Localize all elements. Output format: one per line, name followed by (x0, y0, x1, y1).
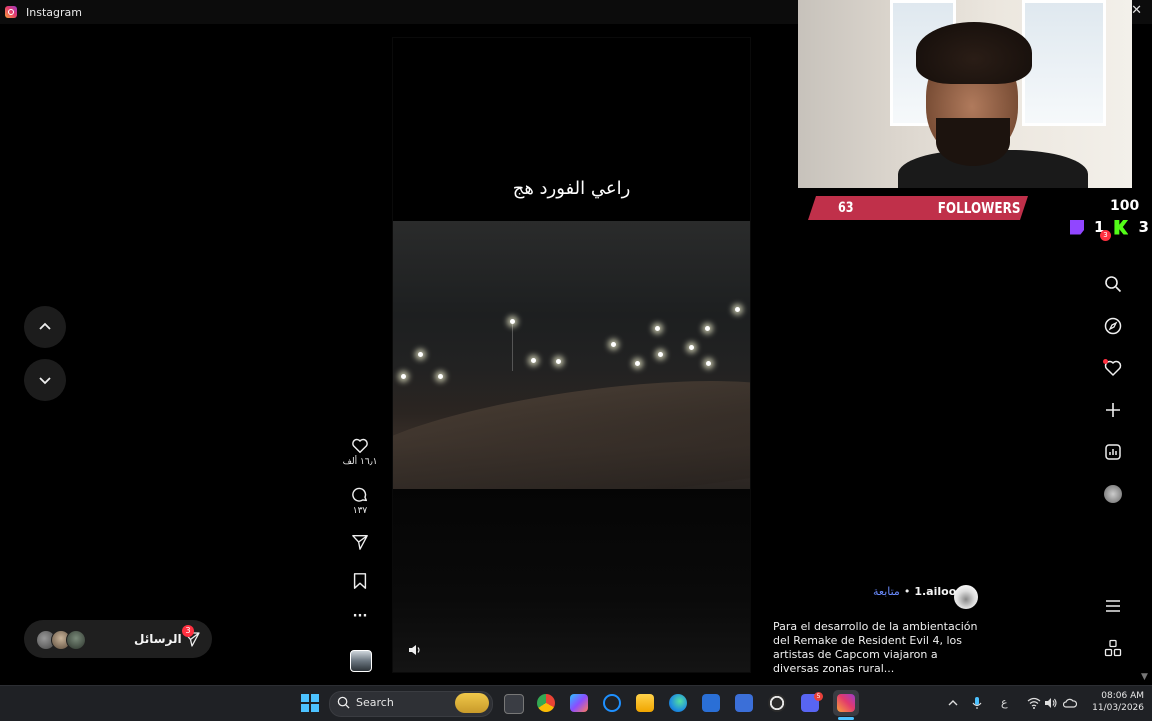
profile-avatar[interactable] (1104, 485, 1122, 503)
street-light (418, 352, 423, 357)
likes-count: ١٦٫١ ألف (342, 457, 378, 467)
explore-icon[interactable] (1104, 317, 1122, 335)
street-light (689, 345, 694, 350)
close-window-button[interactable]: ✕ (1131, 3, 1142, 18)
followers-bar: 63 FOLLOWERS (808, 196, 1028, 220)
comments-count: ١٣٧ (352, 506, 368, 516)
copilot-icon[interactable] (570, 694, 588, 712)
store-icon[interactable] (735, 694, 753, 712)
obs-icon[interactable] (768, 694, 786, 712)
more-options-icon: ··· (352, 609, 368, 624)
window-frame (1022, 0, 1106, 126)
avatar (66, 630, 86, 650)
previous-reel-button[interactable] (24, 306, 66, 348)
reel-bottom-area (393, 489, 750, 672)
street-light (658, 352, 663, 357)
windows-start-icon[interactable] (301, 694, 319, 712)
twitch-icon (1070, 219, 1084, 235)
search-icon[interactable] (1104, 275, 1122, 293)
volume-icon[interactable] (407, 642, 423, 658)
discord-badge: 5 (814, 692, 823, 701)
edge-icon[interactable] (669, 694, 687, 712)
author-separator: • (903, 585, 911, 598)
reel-caption: راعي الفورد هج (512, 178, 631, 199)
reel-player[interactable]: راعي الفورد هج (392, 37, 751, 673)
window-title: Instagram (26, 5, 82, 19)
street-light (655, 326, 660, 331)
webcam-overlay (798, 0, 1132, 188)
task-view-icon[interactable] (504, 694, 524, 714)
input-language-indicator[interactable]: ع (1001, 696, 1008, 709)
chevron-up-icon (39, 322, 51, 330)
next-reel-button[interactable] (24, 359, 66, 401)
street-light (438, 374, 443, 379)
instagram-app-icon (5, 6, 17, 18)
search-icon (337, 696, 350, 709)
messages-pill[interactable]: الرسائل 3 (24, 620, 212, 658)
reel-video-frame[interactable] (393, 221, 750, 558)
wifi-icon[interactable] (1027, 696, 1041, 710)
more-options-button[interactable]: ··· (340, 609, 380, 624)
taskbar: Search 5 ع 08:06 AM 11/03/2026 (0, 685, 1152, 721)
search-highlight-art (455, 693, 489, 713)
street-light (705, 326, 710, 331)
clock-time: 08:06 AM (1101, 691, 1144, 701)
kick-count: 3 (1138, 218, 1149, 236)
chrome-icon[interactable] (537, 694, 555, 712)
post-caption[interactable]: Para el desarrollo de la ambientación de… (773, 620, 985, 676)
chevron-down-icon (39, 377, 51, 385)
vscode-icon[interactable] (603, 694, 621, 712)
instagram-taskbar-icon[interactable] (837, 694, 855, 712)
messages-badge: 3 (182, 625, 194, 637)
insights-icon[interactable] (1104, 443, 1122, 461)
message-avatars (36, 630, 86, 650)
street-light (635, 361, 640, 366)
followers-count: 63 (837, 200, 854, 216)
search-label: Search (356, 696, 394, 709)
like-button[interactable]: ١٦٫١ ألف (340, 437, 380, 467)
comment-icon (352, 487, 368, 502)
street-light (401, 374, 406, 379)
street-light (735, 307, 740, 312)
audio-thumbnail[interactable] (350, 650, 372, 672)
follow-button[interactable]: متابعة (873, 585, 900, 598)
followers-label: FOLLOWERS (937, 199, 1020, 217)
street-light (510, 319, 515, 324)
streamer-beard (936, 118, 1010, 166)
microphone-icon[interactable] (970, 696, 984, 710)
heart-icon (352, 438, 368, 454)
author-username[interactable]: 1.ailoo (914, 585, 956, 598)
plus-icon[interactable] (1104, 401, 1122, 419)
street-light (706, 361, 711, 366)
bookmark-icon (353, 573, 367, 589)
comment-button[interactable]: ١٣٧ (340, 486, 380, 516)
street-light (611, 342, 616, 347)
notifications-badge: 3 (1100, 230, 1111, 241)
file-explorer-icon[interactable] (636, 694, 654, 712)
volume-icon[interactable] (1044, 696, 1058, 710)
share-button[interactable] (340, 533, 380, 551)
system-clock[interactable]: 08:06 AM 11/03/2026 (1088, 690, 1144, 714)
cloud-icon[interactable] (1063, 696, 1077, 710)
followers-goal: 100 (1110, 198, 1140, 214)
send-icon (352, 535, 368, 550)
apps-icon[interactable] (1104, 639, 1122, 657)
kick-icon (1114, 219, 1129, 235)
street-light (531, 358, 536, 363)
scroll-down-arrow[interactable]: ▼ (1141, 672, 1148, 682)
save-button[interactable] (340, 572, 380, 590)
chevron-up-icon[interactable] (946, 696, 960, 710)
mail-icon[interactable] (702, 694, 720, 712)
streamer-hair (916, 22, 1032, 84)
street-light (556, 359, 561, 364)
menu-icon[interactable] (1104, 597, 1122, 615)
activity-dot (1103, 359, 1108, 364)
messages-label: الرسائل (134, 632, 182, 646)
author-row: متابعة • 1.ailoo (873, 585, 956, 598)
clock-date: 11/03/2026 (1092, 703, 1144, 713)
author-avatar[interactable] (954, 585, 978, 609)
